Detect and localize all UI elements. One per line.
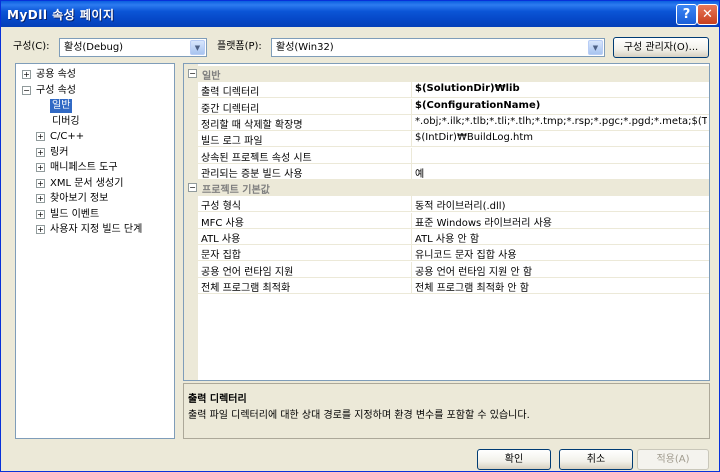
expand-icon[interactable]: +: [36, 194, 45, 203]
property-grid[interactable]: − 일반 출력 디렉터리 $(SolutionDir)₩lib 중간 디렉터리 $(Con…: [183, 63, 710, 381]
expand-icon[interactable]: +: [36, 209, 45, 219]
expand-icon[interactable]: +: [36, 132, 45, 141]
tree-item-label: XML 문서 생성기: [50, 177, 124, 189]
grid-category[interactable]: − 일반: [184, 66, 709, 82]
cancel-button[interactable]: 취소: [559, 449, 633, 470]
tree-item-label: 링커: [50, 146, 69, 158]
config-select-value: 활성(Debug): [64, 42, 124, 53]
expand-icon[interactable]: +: [36, 147, 45, 157]
tree-item-label: 디버깅: [52, 115, 80, 127]
property-value[interactable]: 유니코드 문자 집합 사용: [415, 246, 707, 261]
property-name: 공용 언어 런타임 지원: [201, 266, 294, 278]
help-button[interactable]: ?: [676, 4, 697, 25]
grid-category-title: 프로젝트 기본값: [202, 185, 270, 197]
apply-button[interactable]: 적용(A): [637, 449, 709, 470]
column-divider: [411, 114, 412, 131]
property-value[interactable]: $(ConfigurationName): [415, 100, 707, 111]
property-row[interactable]: 전체 프로그램 최적화 전체 프로그램 최적화 안 함: [198, 277, 709, 294]
tree-item-label: C/C++: [50, 131, 85, 142]
tree-item-label: 빌드 이벤트: [50, 208, 100, 220]
expand-icon[interactable]: +: [22, 70, 31, 79]
tree-item-label: 찾아보기 정보: [50, 193, 109, 204]
property-name: 구성 형식: [201, 201, 241, 213]
column-divider: [411, 229, 412, 245]
config-label: 구성(C):: [13, 41, 50, 52]
property-name: 관리되는 증분 빌드 사용: [201, 168, 303, 180]
property-name: 전체 프로그램 최적화: [201, 282, 291, 294]
property-value[interactable]: 동적 라이브러리(.dll): [415, 197, 707, 212]
property-row[interactable]: 구성 형식 동적 라이브러리(.dll): [198, 196, 709, 213]
property-name: ATL 사용: [201, 234, 241, 245]
grid-category[interactable]: − 프로젝트 기본값: [184, 180, 709, 197]
platform-label: 플랫폼(P):: [217, 41, 262, 52]
column-divider: [411, 98, 412, 115]
close-button[interactable]: ✕: [697, 4, 718, 25]
property-value[interactable]: 표준 Windows 라이브러리 사용: [415, 214, 707, 229]
description-title: 출력 디렉터리: [188, 394, 247, 405]
title-bar[interactable]: MyDll 속성 페이지 ? ✕: [1, 1, 719, 27]
grid-gutter: [184, 64, 198, 380]
column-divider: [411, 277, 412, 294]
column-divider: [411, 245, 412, 262]
property-value[interactable]: $(IntDir)₩BuildLog.htm: [415, 132, 707, 143]
column-divider: [411, 212, 412, 229]
property-row[interactable]: 정리할 때 삭제할 확장명 *.obj;*.ilk;*.tlb;*.tli;*.t…: [198, 114, 709, 131]
tree-item-label: 일반: [50, 99, 73, 113]
tree-item-label: 구성 속성: [36, 84, 76, 96]
collapse-icon[interactable]: −: [188, 69, 197, 78]
property-value[interactable]: 공용 언어 런타임 지원 안 함: [415, 263, 707, 278]
tree-item-label: 매니페스트 도구: [50, 162, 118, 173]
property-name: 정리할 때 삭제할 확장명: [201, 119, 303, 131]
platform-select-value: 활성(Win32): [276, 42, 334, 53]
config-select[interactable]: 활성(Debug) ▼: [59, 38, 207, 57]
property-name: 상속된 프로젝트 속성 시트: [201, 152, 312, 164]
column-divider: [411, 131, 412, 148]
property-value[interactable]: 예: [415, 165, 707, 180]
property-row[interactable]: ATL 사용 ATL 사용 안 함: [198, 229, 709, 245]
property-value[interactable]: *.obj;*.ilk;*.tlb;*.tli;*.tlh;*.tmp;*.rs…: [415, 116, 707, 127]
property-row[interactable]: 출력 디렉터리 $(SolutionDir)₩lib: [198, 82, 709, 99]
chevron-down-icon[interactable]: ▼: [588, 40, 603, 55]
column-divider: [411, 82, 412, 99]
collapse-icon[interactable]: −: [22, 85, 31, 95]
property-row[interactable]: MFC 사용 표준 Windows 라이브러리 사용: [198, 212, 709, 229]
property-name: 문자 집합: [201, 250, 241, 262]
property-row[interactable]: 빌드 로그 파일 $(IntDir)₩BuildLog.htm: [198, 131, 709, 148]
column-divider: [411, 196, 412, 213]
property-value[interactable]: $(SolutionDir)₩lib: [415, 83, 707, 94]
property-name: MFC 사용: [201, 217, 244, 229]
column-divider: [411, 147, 412, 164]
tree-item-label: 공용 속성: [36, 69, 76, 80]
category-tree[interactable]: + 공용 속성 − 구성 속성일반디버깅 + C/C++ + 링커 + 매니페스트 도구 + XML …: [15, 63, 175, 439]
property-name: 출력 디렉터리: [201, 87, 260, 99]
property-row[interactable]: 상속된 프로젝트 속성 시트: [198, 147, 709, 164]
property-value[interactable]: 전체 프로그램 최적화 안 함: [415, 279, 707, 294]
window-title: MyDll 속성 페이지: [7, 8, 115, 22]
ok-button[interactable]: 확인: [477, 449, 551, 470]
property-row[interactable]: 문자 집합 유니코드 문자 집합 사용: [198, 245, 709, 262]
config-manager-button[interactable]: 구성 관리자(O)...: [613, 37, 709, 58]
description-text: 출력 파일 디렉터리에 대한 상대 경로를 지정하며 환경 변수를 포함할 수 …: [188, 410, 530, 421]
expand-icon[interactable]: +: [36, 225, 45, 234]
expand-icon[interactable]: +: [36, 178, 45, 188]
collapse-icon[interactable]: −: [188, 183, 197, 193]
property-value[interactable]: ATL 사용 안 함: [415, 230, 707, 245]
property-name: 중간 디렉터리: [201, 103, 260, 115]
property-name: 빌드 로그 파일: [201, 136, 263, 148]
column-divider: [411, 261, 412, 278]
property-pages-window: MyDll 속성 페이지 ? ✕ 구성(C): 활성(Debug) ▼ 플랫폼(…: [0, 0, 720, 472]
grid-category-title: 일반: [202, 71, 221, 82]
property-row[interactable]: 중간 디렉터리 $(ConfigurationName): [198, 98, 709, 115]
platform-select[interactable]: 활성(Win32) ▼: [271, 38, 605, 57]
property-row[interactable]: 공용 언어 런타임 지원 공용 언어 런타임 지원 안 함: [198, 261, 709, 278]
tree-item-label: 사용자 지정 빌드 단계: [50, 224, 143, 235]
description-panel: 출력 디렉터리 출력 파일 디렉터리에 대한 상대 경로를 지정하며 환경 변수…: [183, 383, 710, 439]
chevron-down-icon[interactable]: ▼: [190, 40, 205, 55]
column-divider: [411, 163, 412, 180]
expand-icon[interactable]: +: [36, 163, 45, 172]
property-row[interactable]: 관리되는 증분 빌드 사용 예: [198, 163, 709, 180]
